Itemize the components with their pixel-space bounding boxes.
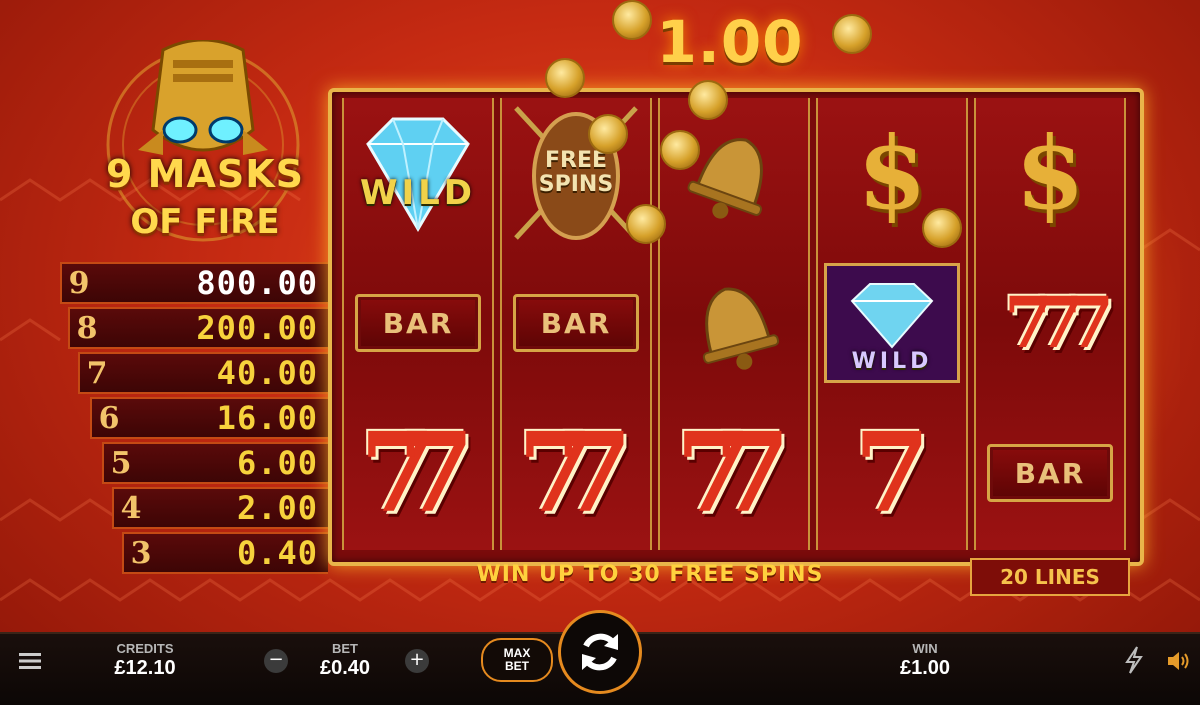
paytable: 9 800.00 8 200.00 7 40.00 6 16.00 5 6.00… xyxy=(60,262,328,577)
paytable-row: 3 0.40 xyxy=(122,532,328,574)
paytable-count: 6 xyxy=(98,400,120,436)
paytable-row: 5 6.00 xyxy=(102,442,328,484)
spin-button[interactable] xyxy=(558,610,642,694)
wild-label: WILD xyxy=(851,349,933,374)
minus-icon[interactable]: − xyxy=(264,649,288,673)
paytable-row: 4 2.00 xyxy=(112,487,328,529)
spin-icon xyxy=(582,633,618,671)
wild-box: WILD xyxy=(824,263,960,383)
coin-icon xyxy=(626,204,666,244)
paytable-row: 6 16.00 xyxy=(90,397,328,439)
credits-label: CREDITS xyxy=(116,641,174,656)
coin-icon xyxy=(588,114,628,154)
paytable-row: 9 800.00 xyxy=(60,262,328,304)
logo-subtitle: OF FIRE xyxy=(130,202,280,242)
symbol-double-seven: 77 xyxy=(502,398,650,548)
seven-symbol: 77 xyxy=(359,408,474,537)
logo-title: 9 MASKS xyxy=(105,152,305,196)
win-amount-display: 1.00 xyxy=(656,8,804,76)
paytable-count: 7 xyxy=(86,355,108,391)
symbol-bell xyxy=(660,248,808,398)
bar-symbol: BAR xyxy=(513,294,639,352)
paytable-row: 8 200.00 xyxy=(68,307,328,349)
bar-symbol: BAR xyxy=(355,294,481,352)
symbol-bar: BAR xyxy=(976,398,1124,548)
symbol-wild: WILD xyxy=(818,248,966,398)
symbol-double-seven: 77 xyxy=(344,398,492,548)
bet-value: £0.40 xyxy=(319,657,371,679)
paytable-value: 2.00 xyxy=(236,489,318,527)
paytable-value: 6.00 xyxy=(236,444,318,482)
paytable-value: 800.00 xyxy=(196,264,318,302)
win-value: £1.00 xyxy=(899,657,951,679)
bar-symbol: BAR xyxy=(987,444,1113,502)
symbol-double-seven: 77 xyxy=(660,398,808,548)
seven-symbol: 7 xyxy=(853,408,931,537)
symbol-triple-seven: 777 xyxy=(976,248,1124,398)
reel-2: FREE SPINS BAR 77 xyxy=(500,98,652,550)
paytable-value: 40.00 xyxy=(216,354,318,392)
bell-icon xyxy=(687,138,763,219)
promo-text: WIN UP TO 30 FREE SPINS xyxy=(476,562,824,587)
paytable-value: 16.00 xyxy=(216,399,318,437)
sound-icon[interactable] xyxy=(1166,650,1190,672)
free-spins-label: FREE SPINS xyxy=(539,149,613,197)
symbol-dollar: $ xyxy=(976,98,1124,248)
paytable-count: 5 xyxy=(110,445,132,481)
bet-label: BET xyxy=(332,641,358,656)
reel-4: $ WILD 7 xyxy=(816,98,968,550)
symbol-bar: BAR xyxy=(344,248,492,398)
reel-1: WILD BAR 77 xyxy=(342,98,494,550)
coin-icon xyxy=(922,208,962,248)
paytable-count: 9 xyxy=(68,265,90,301)
bell-icon xyxy=(702,287,780,370)
coin-icon xyxy=(545,58,585,98)
symbol-bar: BAR xyxy=(502,248,650,398)
lines-indicator: 20 LINES xyxy=(970,558,1130,596)
max-bet-button[interactable]: MAX BET xyxy=(481,638,553,682)
win-label: WIN xyxy=(912,641,938,656)
credits-value: £12.10 xyxy=(114,657,176,679)
max-bet-label-line2: BET xyxy=(505,659,529,673)
reel-5: $ 777 BAR xyxy=(974,98,1126,550)
seven-symbol: 77 xyxy=(517,408,632,537)
paytable-count: 4 xyxy=(120,490,142,526)
symbol-wild: WILD xyxy=(344,98,492,248)
paytable-count: 8 xyxy=(76,310,98,346)
seven-symbol: 777 xyxy=(1003,281,1114,364)
paytable-value: 200.00 xyxy=(196,309,318,347)
wild-label: WILD xyxy=(359,173,477,213)
plus-icon[interactable]: + xyxy=(405,649,429,673)
symbol-single-seven: 7 xyxy=(818,398,966,548)
reels-frame: WILD BAR 77 FREE SPINS BAR 77 77 $ WILD … xyxy=(328,88,1144,566)
coin-icon xyxy=(660,130,700,170)
dollar-symbol: $ xyxy=(1015,114,1085,232)
paytable-count: 3 xyxy=(130,535,152,571)
turbo-lightning-icon[interactable] xyxy=(1124,646,1144,674)
symbol-bell xyxy=(660,98,808,248)
paytable-row: 7 40.00 xyxy=(78,352,328,394)
diamond-icon xyxy=(850,283,934,349)
coin-icon xyxy=(688,80,728,120)
menu-icon[interactable] xyxy=(18,651,42,671)
free-label-line2: SPINS xyxy=(538,172,614,197)
paytable-value: 0.40 xyxy=(236,534,318,572)
seven-symbol: 77 xyxy=(675,408,790,537)
dollar-symbol: $ xyxy=(857,114,927,232)
